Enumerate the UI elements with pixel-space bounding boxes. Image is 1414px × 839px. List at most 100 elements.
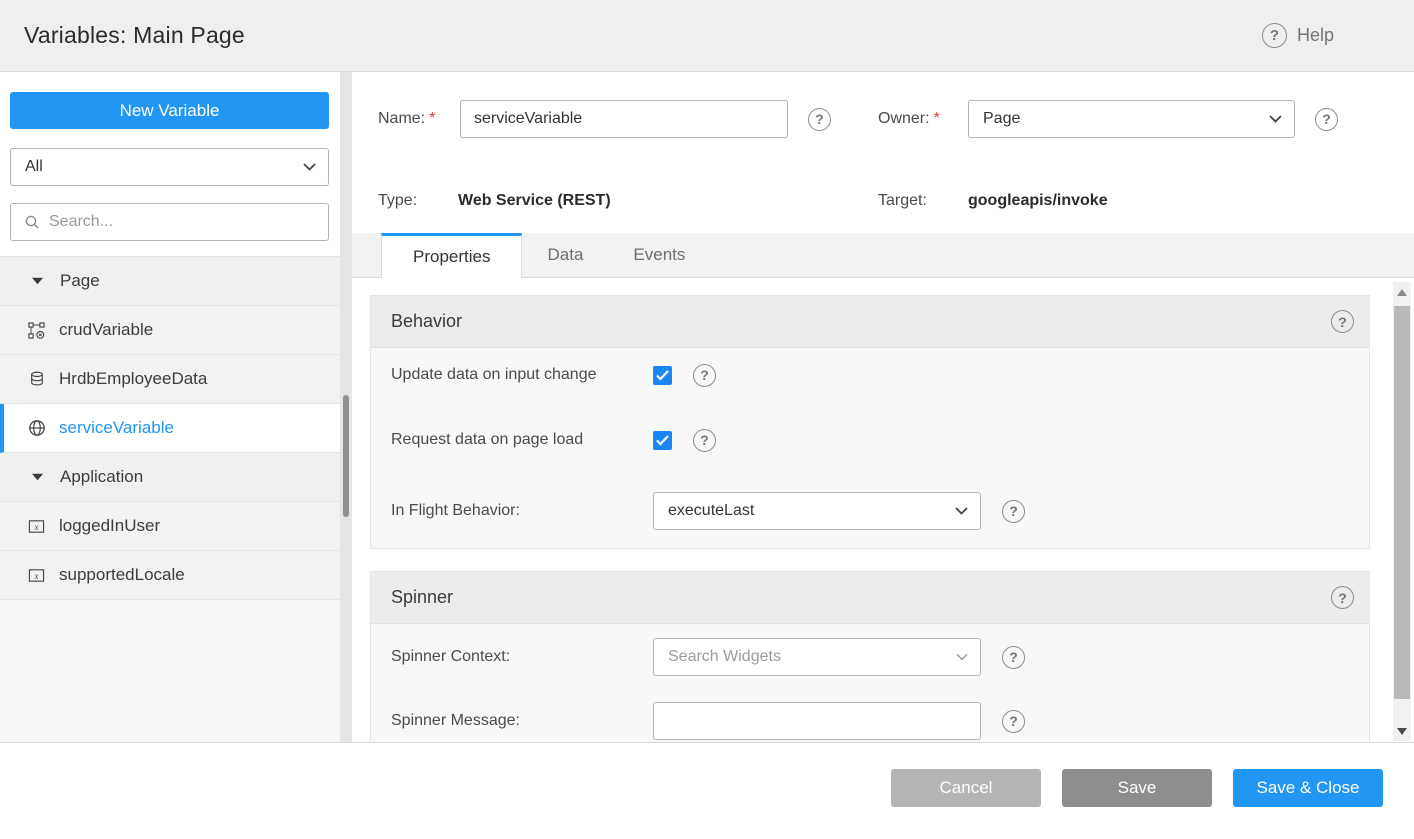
- section-title: Spinner: [391, 587, 453, 608]
- type-label: Type:: [378, 192, 458, 210]
- list-item-hrdbemployeedata[interactable]: HrdbEmployeeData: [0, 355, 340, 404]
- owner-select[interactable]: Page: [968, 100, 1295, 138]
- help-icon[interactable]: [693, 429, 716, 452]
- database-icon: [27, 370, 46, 388]
- spinner-message-label: Spinner Message:: [391, 712, 653, 730]
- list-item-supportedlocale[interactable]: x supportedLocale: [0, 551, 340, 600]
- target-label: Target:: [878, 192, 968, 210]
- static-variable-icon: x: [27, 567, 46, 584]
- list-item-loggedinuser[interactable]: x loggedInUser: [0, 502, 340, 551]
- name-row: Name:*: [378, 100, 878, 138]
- required-asterisk: *: [934, 110, 940, 127]
- group-row-application[interactable]: Application: [0, 453, 340, 502]
- search-icon: [24, 214, 40, 230]
- in-flight-row: In Flight Behavior: executeLast: [391, 492, 1369, 530]
- spinner-section: Spinner Spinner Context: Search Widgets: [370, 571, 1370, 742]
- name-label: Name:*: [378, 110, 460, 128]
- spinner-section-body: Spinner Context: Search Widgets Spinner …: [371, 624, 1369, 742]
- help-icon[interactable]: [1002, 500, 1025, 523]
- type-row: Type: Web Service (REST): [378, 190, 878, 212]
- list-item-servicevariable[interactable]: serviceVariable: [0, 404, 340, 453]
- help-icon[interactable]: [1331, 586, 1354, 609]
- globe-icon: [27, 419, 46, 437]
- spinner-section-header: Spinner: [371, 572, 1369, 624]
- search-box: [10, 203, 329, 241]
- triangle-down-icon: [1397, 728, 1407, 735]
- group-label: Page: [60, 271, 100, 291]
- svg-text:x: x: [34, 570, 39, 580]
- group-label: Application: [60, 467, 143, 487]
- variable-label: HrdbEmployeeData: [59, 369, 207, 389]
- scroll-down-arrow[interactable]: [1393, 721, 1411, 741]
- sidebar-scrollbar-thumb[interactable]: [343, 395, 349, 517]
- spinner-context-row: Spinner Context: Search Widgets: [391, 638, 1369, 676]
- help-icon[interactable]: [808, 108, 831, 131]
- tab-events[interactable]: Events: [608, 233, 710, 277]
- check-icon: [656, 435, 669, 446]
- request-data-checkbox[interactable]: [653, 431, 672, 450]
- help-icon[interactable]: [1315, 108, 1338, 131]
- chevron-down-icon: [1269, 115, 1282, 123]
- main-scrollbar-thumb[interactable]: [1394, 306, 1410, 699]
- main-scrollbar[interactable]: [1393, 282, 1411, 741]
- target-value: googleapis/invoke: [968, 192, 1108, 210]
- variable-label: loggedInUser: [59, 516, 160, 536]
- chevron-down-icon: [303, 163, 316, 171]
- main-panel: Name:* Owner:* Page Type: Web Service (R…: [352, 72, 1414, 742]
- behavior-section-header: Behavior: [371, 296, 1369, 348]
- name-input[interactable]: [460, 100, 788, 138]
- new-variable-button[interactable]: New Variable: [10, 92, 329, 129]
- tab-bar: Properties Data Events: [352, 233, 1414, 278]
- dialog-body: New Variable All Page crudVariable: [0, 72, 1414, 743]
- help-icon[interactable]: [1002, 710, 1025, 733]
- group-row-page[interactable]: Page: [0, 257, 340, 306]
- required-asterisk: *: [429, 110, 435, 127]
- update-data-row: Update data on input change: [391, 362, 1369, 388]
- spinner-message-input[interactable]: [653, 702, 981, 740]
- chevron-down-icon: [955, 507, 968, 515]
- sidebar-scrollbar[interactable]: [340, 72, 352, 742]
- update-data-checkbox[interactable]: [653, 366, 672, 385]
- list-item-crudvariable[interactable]: crudVariable: [0, 306, 340, 355]
- dialog-header: Variables: Main Page Help: [0, 0, 1414, 72]
- help-icon[interactable]: [1002, 646, 1025, 669]
- crud-variable-icon: [27, 322, 46, 339]
- dialog-title: Variables: Main Page: [24, 22, 245, 49]
- help-icon: [1262, 23, 1287, 48]
- tab-properties[interactable]: Properties: [381, 233, 522, 278]
- dialog-footer: Cancel Save Save & Close: [0, 743, 1414, 839]
- caret-down-icon: [28, 277, 47, 285]
- type-value: Web Service (REST): [458, 192, 611, 210]
- section-title: Behavior: [391, 311, 462, 332]
- behavior-section: Behavior Update data on input change: [370, 295, 1370, 549]
- variable-label: serviceVariable: [59, 418, 174, 438]
- variable-label: supportedLocale: [59, 565, 185, 585]
- caret-down-icon: [28, 473, 47, 481]
- help-icon[interactable]: [1331, 310, 1354, 333]
- spinner-message-row: Spinner Message:: [391, 702, 1369, 740]
- request-data-row: Request data on page load: [391, 427, 1369, 453]
- spinner-context-placeholder: Search Widgets: [668, 648, 781, 666]
- owner-selected-value: Page: [983, 110, 1020, 128]
- save-close-button[interactable]: Save & Close: [1233, 769, 1383, 807]
- save-button[interactable]: Save: [1062, 769, 1212, 807]
- spinner-context-select[interactable]: Search Widgets: [653, 638, 981, 676]
- search-input[interactable]: [49, 213, 318, 231]
- variable-form: Name:* Owner:* Page Type: Web Service (R…: [352, 72, 1414, 233]
- variable-filter-select[interactable]: All: [10, 148, 329, 186]
- help-icon[interactable]: [693, 364, 716, 387]
- in-flight-select[interactable]: executeLast: [653, 492, 981, 530]
- help-link[interactable]: Help: [1262, 23, 1334, 48]
- filter-selected-value: All: [25, 158, 43, 176]
- properties-scroll-area: Behavior Update data on input change: [352, 278, 1414, 742]
- tab-data[interactable]: Data: [522, 233, 608, 277]
- variable-list: Page crudVariable HrdbEmployeeData: [0, 256, 340, 600]
- owner-label: Owner:*: [878, 110, 968, 128]
- cancel-button[interactable]: Cancel: [891, 769, 1041, 807]
- spinner-context-label: Spinner Context:: [391, 648, 653, 666]
- svg-text:x: x: [34, 521, 39, 531]
- sidebar: New Variable All Page crudVariable: [0, 72, 340, 742]
- chevron-down-icon: [956, 653, 968, 661]
- scroll-up-arrow[interactable]: [1393, 282, 1411, 302]
- sidebar-empty-area: [0, 600, 340, 742]
